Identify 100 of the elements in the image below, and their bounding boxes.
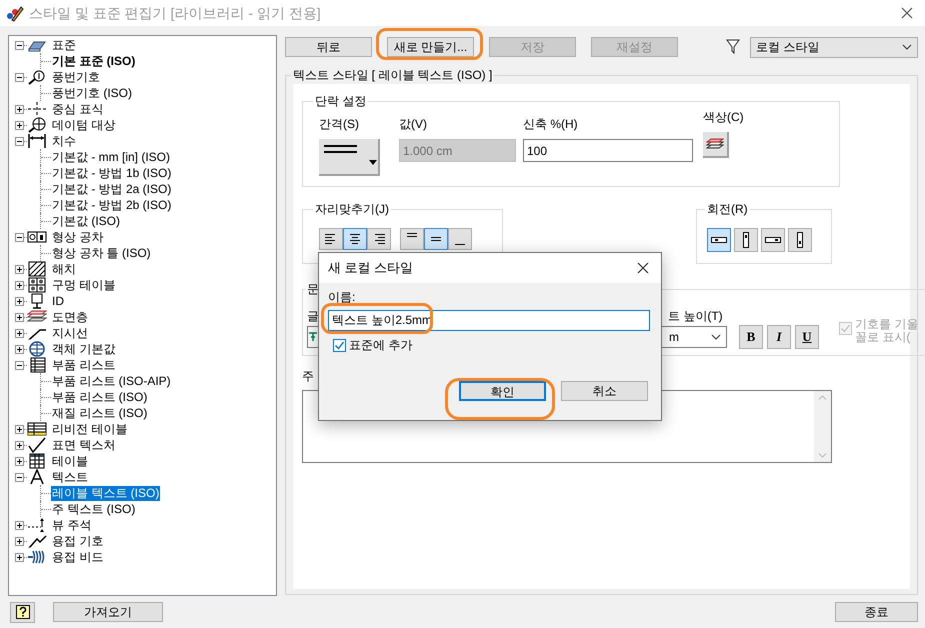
close-icon[interactable] <box>637 262 649 274</box>
collapse-icon[interactable] <box>15 360 24 370</box>
field-label: 값(V) <box>399 116 428 133</box>
weld-bead-icon <box>27 549 47 565</box>
tree-item[interactable]: 부품 리스트 (ISO-AIP) <box>51 374 172 388</box>
italic-button[interactable]: I <box>767 325 791 349</box>
tree-item[interactable]: 기본 표준 (ISO) <box>51 54 136 68</box>
expand-icon[interactable] <box>15 520 24 530</box>
expand-icon[interactable] <box>15 328 24 338</box>
rotation-button[interactable] <box>788 228 812 252</box>
tree-item[interactable]: 표준 <box>51 37 77 53</box>
tree-item[interactable]: 기본값 (ISO) <box>51 214 121 228</box>
back-button[interactable]: 뒤로 <box>285 37 372 57</box>
tree-item[interactable]: 기본값 - mm [in] (ISO) <box>51 150 171 164</box>
tree-item[interactable]: 부품 리스트 <box>51 357 116 373</box>
filter-icon[interactable] <box>726 39 740 55</box>
expand-icon[interactable] <box>15 264 24 274</box>
rotation-button[interactable] <box>734 228 758 252</box>
tree-item[interactable]: 기본값 - 방법 2a (ISO) <box>51 182 172 196</box>
checkbox-label: 표준에 추가 <box>349 337 412 354</box>
font-type-icon <box>308 332 318 342</box>
tree-item[interactable]: 테이블 <box>51 453 89 469</box>
tree-item[interactable]: 주 텍스트 (ISO) <box>51 502 136 516</box>
expand-icon[interactable] <box>15 552 24 562</box>
expand-icon[interactable] <box>15 296 24 306</box>
align-button[interactable] <box>367 228 391 250</box>
close-icon[interactable] <box>901 7 913 19</box>
spacing-dropdown[interactable] <box>319 139 380 176</box>
tree-item[interactable]: 풍번기호 (ISO) <box>51 86 133 100</box>
checkbox[interactable] <box>333 338 346 352</box>
expand-icon[interactable] <box>15 104 24 114</box>
dialog-title: 새 로컬 스타일 <box>328 259 414 278</box>
tree-item[interactable]: 해치 <box>51 261 77 277</box>
tree-item[interactable]: 기본값 - 방법 2b (ISO) <box>51 198 172 212</box>
stretch-field[interactable]: 100 <box>523 139 693 162</box>
ok-button[interactable]: 확인 <box>459 381 546 401</box>
collapse-icon[interactable] <box>15 232 24 242</box>
tree-item[interactable]: 표면 텍스처 <box>51 437 116 453</box>
tree-item[interactable]: 부품 리스트 (ISO) <box>51 390 148 404</box>
new-button[interactable]: 새로 만들기... <box>387 37 474 57</box>
tree-item[interactable]: 텍스트 <box>51 469 89 485</box>
align-right-icon <box>373 234 385 244</box>
tree-item[interactable]: 형상 공차 <box>51 229 104 245</box>
app-logo-icon <box>6 4 24 22</box>
tree-item[interactable]: 구멍 테이블 <box>51 277 116 293</box>
name-field[interactable]: 텍스트 높이2.5mm <box>328 310 650 331</box>
tree-item[interactable]: 지시선 <box>51 325 89 341</box>
expand-icon[interactable] <box>15 456 24 466</box>
align-button[interactable] <box>343 228 367 250</box>
tree-item[interactable]: 객체 기본값 <box>51 341 116 357</box>
collapse-icon[interactable] <box>15 136 24 146</box>
tree-item[interactable]: 리비전 테이블 <box>51 421 128 437</box>
horizontal-text-icon <box>711 235 727 245</box>
field-label: 간격(S) <box>319 116 360 133</box>
tree-item[interactable]: 재질 리스트 (ISO) <box>51 406 148 420</box>
checkbox-label: 기호를 기울 <box>855 318 918 331</box>
window-title: 스타일 및 표준 편집기 [라이브러리 - 읽기 전용] <box>29 4 321 23</box>
check-mark-icon <box>27 437 47 453</box>
vertical-text-icon <box>742 232 750 248</box>
tree-item[interactable]: 형상 공차 틀 (ISO) <box>51 246 152 260</box>
expand-icon[interactable] <box>15 440 24 450</box>
tree-item[interactable]: 뷰 주석 <box>51 517 92 533</box>
tree-item[interactable]: 도면층 <box>51 309 89 325</box>
cancel-button[interactable]: 취소 <box>561 381 648 401</box>
expand-icon[interactable] <box>15 344 24 354</box>
align-button[interactable] <box>424 228 448 250</box>
bold-button[interactable]: B <box>739 325 763 349</box>
collapse-icon[interactable] <box>15 40 24 50</box>
rotation-button[interactable] <box>707 228 731 252</box>
filter-dropdown[interactable]: 로컬 스타일 <box>750 36 918 58</box>
expand-icon[interactable] <box>15 424 24 434</box>
import-button[interactable]: 가져오기 <box>53 602 163 622</box>
close-button[interactable]: 종료 <box>835 602 918 622</box>
rotation-button[interactable] <box>761 228 785 252</box>
tree-item[interactable]: 용접 비드 <box>51 549 104 565</box>
tree-item[interactable]: 데이텀 대상 <box>51 117 116 133</box>
underline-button[interactable]: U <box>795 325 819 349</box>
align-top-icon <box>407 233 417 237</box>
hole-grid-icon <box>27 277 47 293</box>
expand-icon[interactable] <box>15 312 24 322</box>
expand-icon[interactable] <box>15 280 24 290</box>
tree-item[interactable]: 레이블 텍스트 (ISO) <box>51 486 160 500</box>
center-mark-icon <box>27 101 47 117</box>
weld-symbol-icon <box>27 533 47 549</box>
collapse-icon[interactable] <box>15 72 24 82</box>
tree-item[interactable]: ID <box>51 293 65 309</box>
field-label: 트 높이(T) <box>668 308 723 325</box>
collapse-icon[interactable] <box>15 472 24 482</box>
expand-icon[interactable] <box>15 120 24 130</box>
help-button[interactable] <box>10 602 35 622</box>
tree-item[interactable]: 기본값 - 방법 1b (ISO) <box>51 166 172 180</box>
expand-icon[interactable] <box>15 536 24 546</box>
align-button[interactable] <box>319 228 343 250</box>
tree-item[interactable]: 풍번기호 <box>51 69 101 85</box>
tree-item[interactable]: 중심 표식 <box>51 101 104 117</box>
align-button[interactable] <box>400 228 424 250</box>
tree-item[interactable]: 용접 기호 <box>51 533 104 549</box>
color-button[interactable] <box>703 132 729 158</box>
caret-icon <box>369 160 377 165</box>
tree-item[interactable]: 치수 <box>51 133 77 149</box>
